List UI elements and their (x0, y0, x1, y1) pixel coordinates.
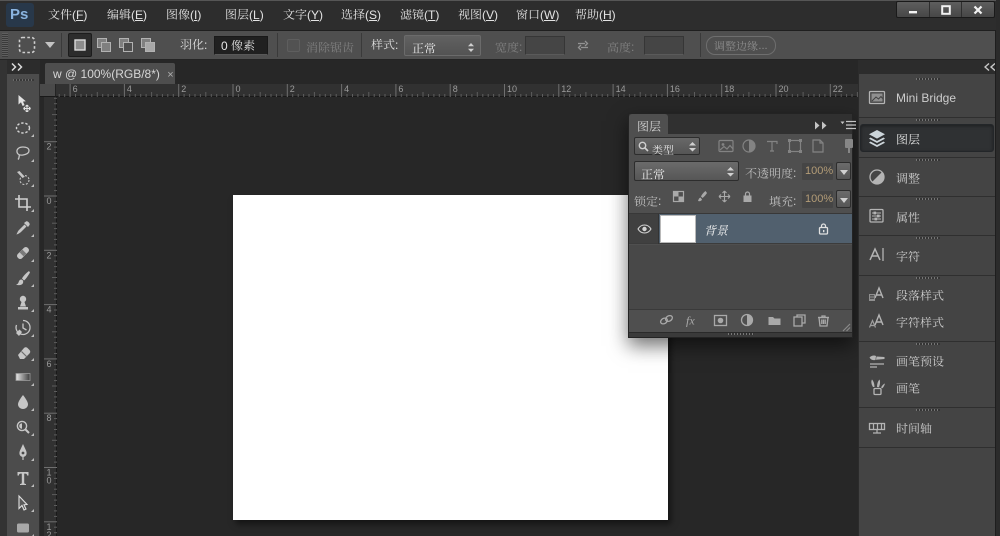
svg-text:6: 6 (398, 84, 403, 94)
svg-text:2: 2 (47, 142, 52, 152)
svg-text:20: 20 (779, 84, 789, 94)
svg-text:12: 12 (561, 84, 571, 94)
svg-text:0: 0 (236, 84, 241, 94)
svg-text:0: 0 (47, 196, 52, 206)
svg-text:4: 4 (47, 305, 52, 315)
svg-text:10: 10 (507, 84, 517, 94)
svg-text:16: 16 (670, 84, 680, 94)
svg-text:2: 2 (290, 84, 295, 94)
svg-text:18: 18 (724, 84, 734, 94)
svg-text:fx: fx (686, 314, 695, 328)
svg-text:6: 6 (47, 359, 52, 369)
svg-text:8: 8 (47, 413, 52, 423)
svg-text:6: 6 (73, 84, 78, 94)
svg-text:8: 8 (453, 84, 458, 94)
svg-text:2: 2 (181, 84, 186, 94)
svg-text:22: 22 (833, 84, 843, 94)
svg-text:2: 2 (47, 530, 52, 536)
svg-text:2: 2 (47, 250, 52, 260)
svg-text:4: 4 (344, 84, 349, 94)
svg-text:14: 14 (616, 84, 626, 94)
svg-text:4: 4 (127, 84, 132, 94)
svg-text:0: 0 (47, 476, 52, 486)
